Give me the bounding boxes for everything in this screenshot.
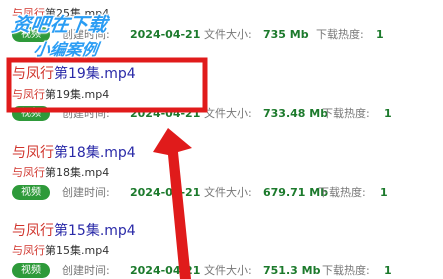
created-date: 2024-04-21 xyxy=(130,264,201,277)
heat-label: 下载热度: xyxy=(316,28,364,41)
size-label: 文件大小: xyxy=(204,107,252,120)
file-subtitle: 与凤行第15集.mp4 xyxy=(12,244,110,257)
created-label: 创建时间: xyxy=(62,107,110,120)
watermark-line2: 小编案例 xyxy=(32,40,100,59)
heat-label: 下载热度: xyxy=(322,107,370,120)
file-size: 751.3 Mb xyxy=(263,264,321,277)
watermark-line1: 资吧在下载 xyxy=(10,14,109,36)
video-badge[interactable]: 视频 xyxy=(12,185,50,200)
file-meta: 视频 创建时间: 2024-04-21 文件大小: 733.48 Mb 下载热度… xyxy=(12,106,442,122)
heat-label: 下载热度: xyxy=(318,186,366,199)
created-label: 创建时间: xyxy=(62,186,110,199)
video-badge[interactable]: 视频 xyxy=(12,106,50,121)
heat-value: 1 xyxy=(384,264,392,277)
file-subtitle: 与凤行第19集.mp4 xyxy=(12,88,110,101)
file-size: 733.48 Mb xyxy=(263,107,329,120)
file-title[interactable]: 与凤行第15集.mp4 xyxy=(12,222,136,240)
video-badge[interactable]: 视频 xyxy=(12,263,50,278)
heat-value: 1 xyxy=(384,107,392,120)
heat-label: 下载热度: xyxy=(322,264,370,277)
size-label: 文件大小: xyxy=(204,264,252,277)
created-label: 创建时间: xyxy=(62,264,110,277)
heat-value: 1 xyxy=(380,186,388,199)
size-label: 文件大小: xyxy=(204,28,252,41)
created-date: 2024-04-21 xyxy=(130,107,201,120)
red-arrow-icon xyxy=(153,128,192,279)
size-label: 文件大小: xyxy=(204,186,252,199)
heat-value: 1 xyxy=(376,28,384,41)
file-meta: 视频 创建时间: 2024-04-21 文件大小: 751.3 Mb 下载热度:… xyxy=(12,263,442,279)
file-title[interactable]: 与凤行第19集.mp4 xyxy=(12,65,136,83)
file-meta: 视频 创建时间: 2024-04-21 文件大小: 679.71 Mb 下载热度… xyxy=(12,185,442,201)
file-size: 735 Mb xyxy=(263,28,309,41)
created-date: 2024-04-21 xyxy=(130,28,201,41)
file-title[interactable]: 与凤行第18集.mp4 xyxy=(12,144,136,162)
created-date: 2024-04-21 xyxy=(130,186,201,199)
file-subtitle: 与凤行第18集.mp4 xyxy=(12,166,110,179)
